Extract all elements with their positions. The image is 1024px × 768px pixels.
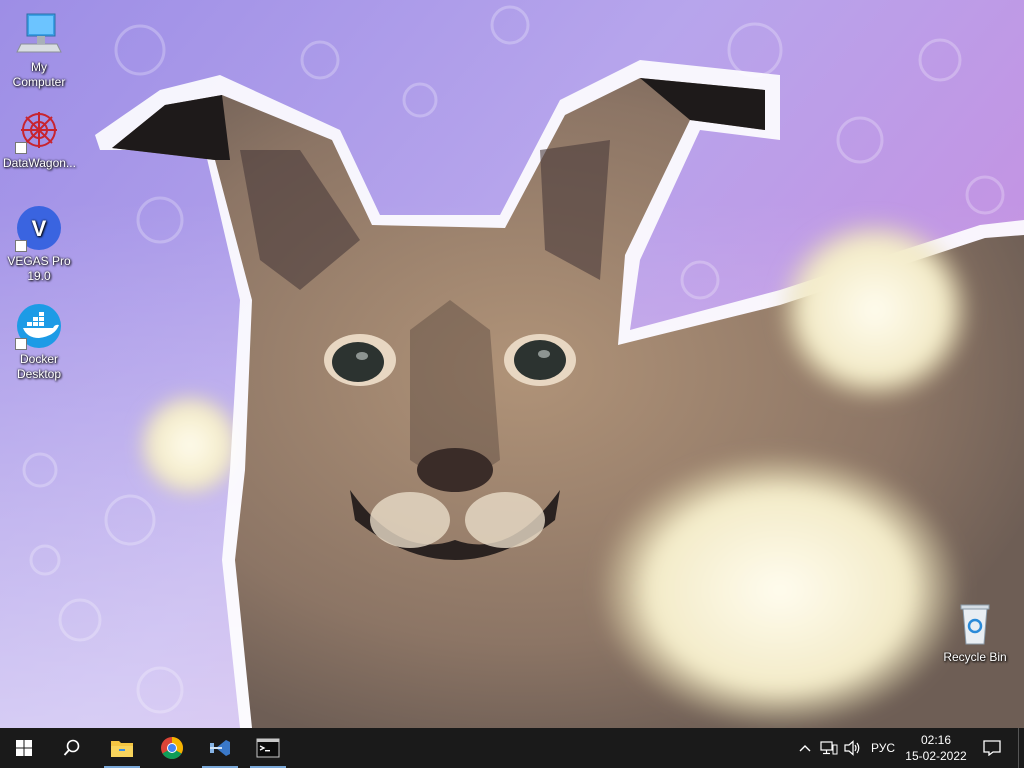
language-label: РУС	[870, 741, 896, 755]
docker-icon	[15, 302, 63, 350]
windows-start-icon	[16, 740, 32, 756]
shortcut-arrow-icon	[15, 240, 27, 252]
vegas-pro-icon: V	[15, 204, 63, 252]
search-icon	[63, 739, 80, 756]
clock[interactable]: 02:16 15-02-2022	[900, 728, 972, 768]
shortcut-arrow-icon	[15, 338, 27, 350]
action-center-button[interactable]	[976, 728, 1008, 768]
speaker-icon	[844, 740, 860, 756]
desktop-icon-label: Docker Desktop	[16, 352, 62, 381]
desktop-icon-my-computer[interactable]: My Computer	[1, 10, 77, 90]
taskbar-app-file-explorer[interactable]	[98, 728, 146, 768]
visual-studio-icon	[210, 740, 230, 756]
computer-icon	[15, 10, 63, 58]
network-tray-button[interactable]	[818, 728, 840, 768]
notification-icon	[983, 740, 1001, 756]
desktop-icon-datawagon[interactable]: DataWagon...	[1, 106, 77, 171]
recycle-bin-icon	[951, 600, 999, 648]
wallpaper	[0, 0, 1024, 728]
desktop[interactable]: My Computer DataWagon... V VEGAS Pro 19.…	[0, 0, 1024, 728]
desktop-icon-docker[interactable]: Docker Desktop	[1, 302, 77, 382]
chrome-icon	[161, 737, 183, 759]
show-desktop-button[interactable]	[1018, 728, 1024, 768]
clock-time: 02:16	[920, 733, 952, 747]
chevron-up-icon	[799, 745, 811, 752]
desktop-icon-label: My Computer	[12, 60, 66, 89]
desktop-icon-label: Recycle Bin	[943, 650, 1007, 664]
clock-date: 15-02-2022	[905, 749, 967, 763]
network-icon	[820, 741, 838, 755]
taskbar-app-terminal[interactable]	[244, 728, 292, 768]
taskbar-app-visual-studio[interactable]	[196, 728, 244, 768]
shortcut-arrow-icon	[15, 142, 27, 154]
search-button[interactable]	[48, 728, 96, 768]
taskbar: РУС 02:16 15-02-2022	[0, 728, 1024, 768]
desktop-icon-vegas-pro[interactable]: V VEGAS Pro 19.0	[1, 204, 77, 284]
show-hidden-icons-button[interactable]	[796, 728, 814, 768]
desktop-icon-label: DataWagon...	[3, 156, 76, 170]
datawagon-icon	[15, 106, 63, 154]
desktop-icon-recycle-bin[interactable]: Recycle Bin	[937, 600, 1013, 665]
terminal-icon	[256, 738, 280, 758]
volume-tray-button[interactable]	[842, 728, 864, 768]
taskbar-app-chrome[interactable]	[148, 728, 196, 768]
start-button[interactable]	[0, 728, 48, 768]
file-explorer-icon	[111, 741, 133, 757]
language-indicator[interactable]: РУС	[866, 728, 900, 768]
vegas-pro-glyph: V	[32, 216, 47, 241]
desktop-icon-label: VEGAS Pro 19.0	[7, 254, 71, 283]
